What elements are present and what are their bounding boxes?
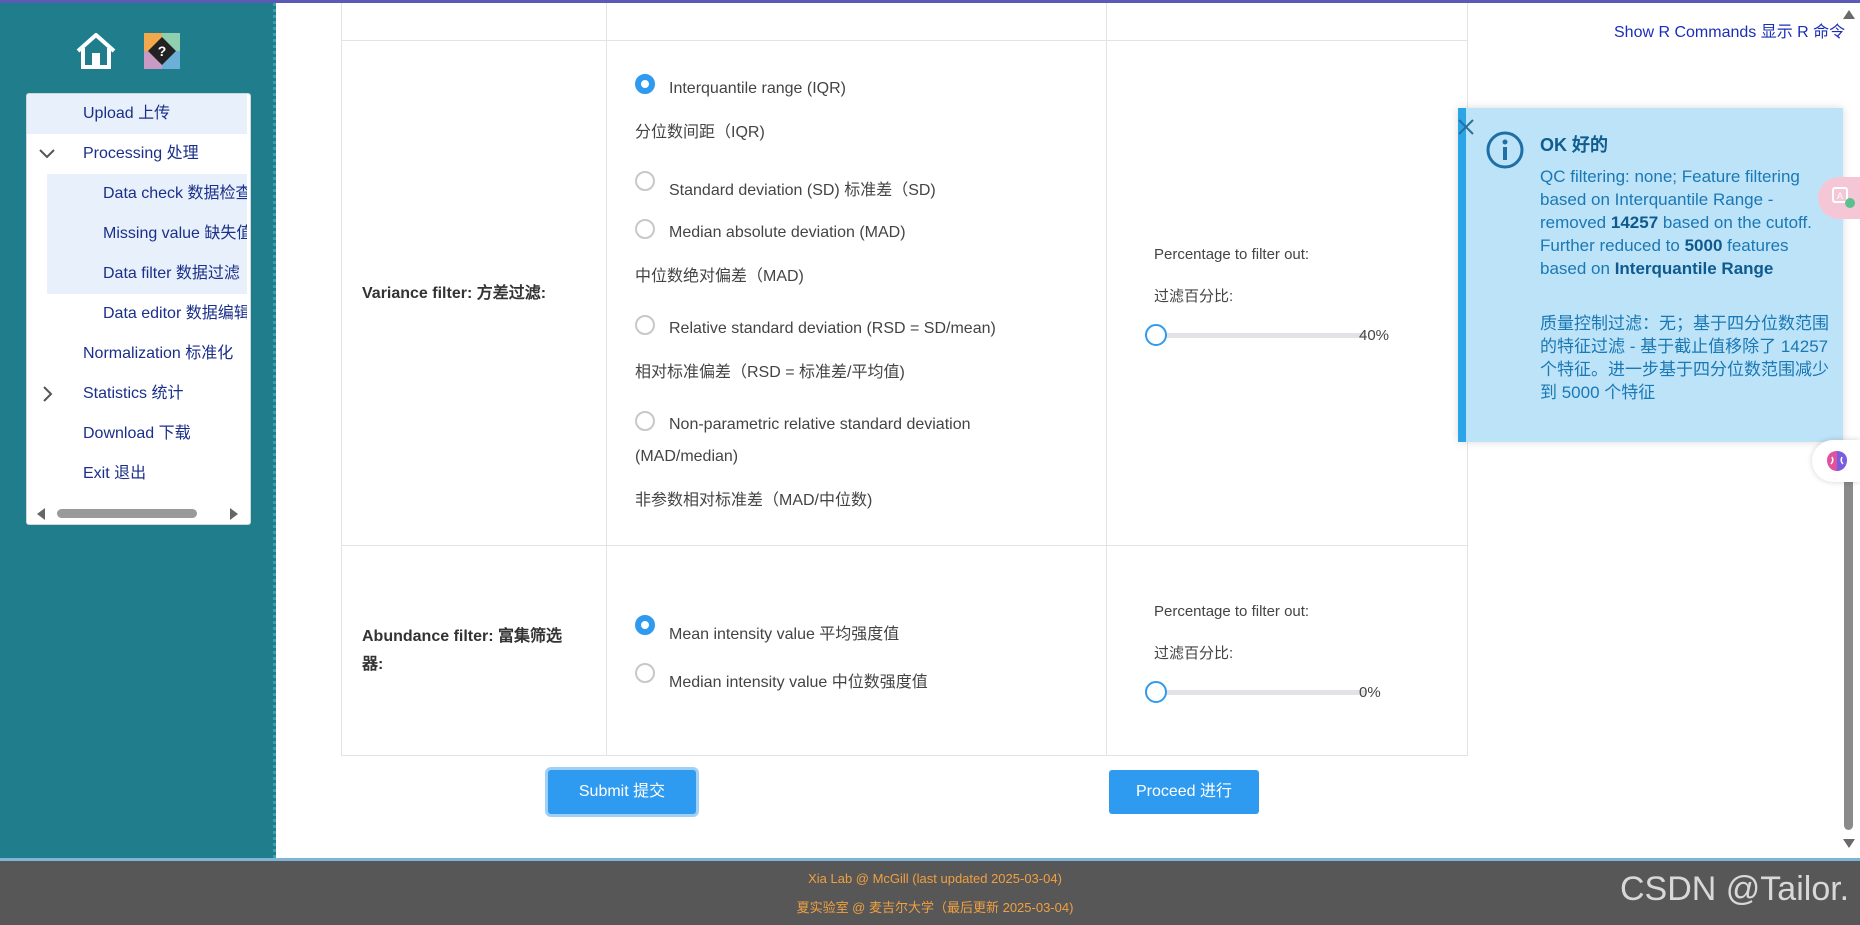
variance-pct-value: 40% bbox=[1359, 327, 1390, 344]
home-icon[interactable] bbox=[74, 31, 118, 71]
option-iqr-label: Interquantile range (IQR) bbox=[669, 80, 846, 97]
translate-badge[interactable]: A bbox=[1818, 177, 1860, 219]
row-divider bbox=[342, 545, 1467, 546]
variance-pct-label: Percentage to filter out: bbox=[1154, 246, 1310, 263]
row-divider bbox=[342, 40, 1467, 41]
abundance-pct-label-zh: 过滤百分比: bbox=[1154, 645, 1234, 662]
nav-item-missing-value[interactable]: Missing value 缺失值 bbox=[47, 214, 247, 254]
toast-method: Interquantile Range bbox=[1614, 259, 1774, 278]
radio-median-intensity[interactable] bbox=[635, 663, 655, 683]
option-np-rsd-label: Non-parametric relative standard deviati… bbox=[669, 416, 971, 433]
column-divider bbox=[1106, 3, 1107, 755]
option-np-rsd-label-2: (MAD/median) bbox=[635, 448, 739, 465]
close-icon[interactable] bbox=[1456, 117, 1476, 137]
nav-item-data-check[interactable]: Data check 数据检查 bbox=[47, 174, 247, 214]
sidebar: ? Upload 上传 Processing 处理 Data check 数据检… bbox=[0, 3, 275, 858]
option-rsd-sub: 相对标准偏差（RSD = 标准差/平均值) bbox=[635, 364, 905, 381]
option-iqr-sub: 分位数间距（IQR) bbox=[635, 124, 765, 141]
option-mad-sub: 中位数绝对偏差（MAD) bbox=[635, 268, 804, 285]
filter-options-table: Variance filter: 方差过滤: Interquantile ran… bbox=[341, 3, 1468, 756]
radio-np-rsd[interactable] bbox=[635, 411, 655, 431]
scroll-up-arrow-icon[interactable] bbox=[1843, 10, 1855, 19]
navigation-tree: Upload 上传 Processing 处理 Data check 数据检查 … bbox=[26, 93, 251, 525]
nav-item-processing[interactable]: Processing 处理 bbox=[27, 134, 247, 174]
option-rsd-label: Relative standard deviation (RSD = SD/me… bbox=[669, 320, 996, 337]
nav-horizontal-scrollbar[interactable] bbox=[27, 502, 250, 524]
abundance-pct-label: Percentage to filter out: bbox=[1154, 603, 1310, 620]
toast-title: OK 好的 bbox=[1540, 135, 1609, 155]
toast-message-zh: 质量控制过滤：无；基于四分位数范围的特征过滤 - 基于截止值移除了 14257 … bbox=[1540, 314, 1829, 402]
scroll-left-arrow-icon[interactable] bbox=[37, 508, 45, 520]
abundance-pct-value: 0% bbox=[1359, 684, 1381, 701]
column-divider bbox=[606, 3, 607, 755]
footer: Xia Lab @ McGill (last updated 2025-03-0… bbox=[0, 858, 1860, 925]
radio-rsd[interactable] bbox=[635, 315, 655, 335]
scroll-right-arrow-icon[interactable] bbox=[230, 508, 238, 520]
nav-item-data-editor[interactable]: Data editor 数据编辑 bbox=[47, 294, 247, 334]
option-sd-label: Standard deviation (SD) 标准差（SD) bbox=[669, 182, 936, 199]
toast-kept-count: 5000 bbox=[1684, 236, 1723, 255]
variance-slider-handle[interactable] bbox=[1145, 324, 1167, 346]
ai-assistant-badge[interactable] bbox=[1812, 440, 1860, 482]
watermark: CSDN @Tailor. bbox=[1620, 870, 1850, 908]
proceed-button[interactable]: Proceed 进行 bbox=[1109, 770, 1259, 814]
abundance-filter-label: Abundance filter: 富集筛选 bbox=[362, 628, 563, 645]
show-r-commands-link[interactable]: Show R Commands 显示 R 命令 bbox=[1614, 18, 1845, 42]
variance-filter-label: Variance filter: 方差过滤: bbox=[362, 285, 547, 302]
radio-sd[interactable] bbox=[635, 171, 655, 191]
footer-line-1: Xia Lab @ McGill (last updated 2025-03-0… bbox=[808, 871, 1062, 886]
toast-message: QC filtering: none; Feature filtering ba… bbox=[1540, 165, 1830, 280]
brain-icon[interactable] bbox=[1824, 449, 1850, 473]
chevron-right-icon[interactable] bbox=[39, 386, 55, 402]
svg-text:?: ? bbox=[158, 43, 167, 59]
option-mad-label: Median absolute deviation (MAD) bbox=[669, 224, 906, 241]
abundance-slider-handle[interactable] bbox=[1145, 681, 1167, 703]
sidebar-resize-edge[interactable] bbox=[273, 3, 276, 858]
help-icon[interactable]: ? bbox=[144, 33, 180, 69]
radio-mad[interactable] bbox=[635, 219, 655, 239]
translate-icon[interactable]: A bbox=[1832, 187, 1856, 209]
variance-slider-track[interactable] bbox=[1156, 333, 1366, 338]
abundance-slider-track[interactable] bbox=[1156, 690, 1366, 695]
variance-pct-label-zh: 过滤百分比: bbox=[1154, 288, 1234, 305]
scroll-thumb[interactable] bbox=[57, 509, 197, 518]
nav-item-data-filter[interactable]: Data filter 数据过滤 bbox=[47, 254, 247, 294]
option-median-intensity-label: Median intensity value 中位数强度值 bbox=[669, 674, 928, 691]
submit-button[interactable]: Submit 提交 bbox=[548, 770, 696, 814]
page-scroll-thumb[interactable] bbox=[1844, 440, 1853, 830]
nav-item-normalization[interactable]: Normalization 标准化 bbox=[27, 334, 247, 374]
chevron-down-icon[interactable] bbox=[39, 146, 55, 162]
radio-mean-intensity[interactable] bbox=[635, 615, 655, 635]
scroll-down-arrow-icon[interactable] bbox=[1843, 839, 1855, 848]
nav-item-upload[interactable]: Upload 上传 bbox=[27, 94, 247, 134]
radio-iqr[interactable] bbox=[635, 74, 655, 94]
svg-text:A: A bbox=[1837, 191, 1843, 201]
nav-item-statistics[interactable]: Statistics 统计 bbox=[27, 374, 247, 414]
option-mean-intensity-label: Mean intensity value 平均强度值 bbox=[669, 626, 900, 643]
toast-removed-count: 14257 bbox=[1610, 213, 1659, 232]
info-icon bbox=[1486, 131, 1524, 169]
option-np-rsd-sub: 非参数相对标准差（MAD/中位数) bbox=[635, 492, 873, 509]
footer-line-2: 夏实验室 @ 麦吉尔大学（最后更新 2025-03-04) bbox=[796, 900, 1074, 915]
nav-item-exit[interactable]: Exit 退出 bbox=[27, 454, 247, 494]
abundance-filter-label-2: 器: bbox=[362, 656, 384, 673]
nav-item-download[interactable]: Download 下载 bbox=[27, 414, 247, 454]
